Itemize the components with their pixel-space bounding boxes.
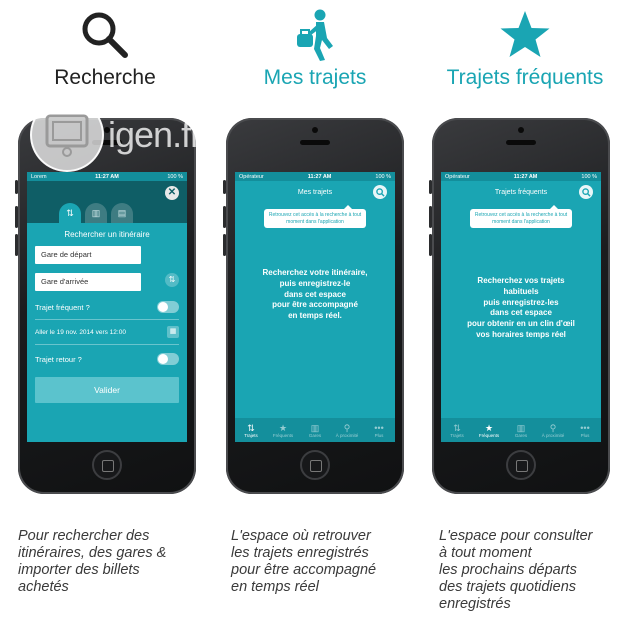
speaker [300, 140, 330, 145]
feature-column-search: Recherche Lorem 11:27 AM 100 % ✕ ⇅ ▥ ▤ R… [0, 0, 210, 624]
nav-bar: Mes trajets [235, 181, 395, 203]
frequent-row: Trajet fréquent ? [35, 301, 179, 313]
station-mode-icon[interactable]: ▥ [85, 203, 107, 223]
home-button [92, 450, 122, 480]
phone-screen: Opérateur 11:27 AM 100 % Mes trajets Ret… [235, 172, 395, 442]
departure-field[interactable]: Gare de départ [35, 246, 141, 264]
return-row: Trajet retour ? [35, 353, 179, 365]
search-form: Rechercher un itinéraire Gare de départ … [27, 223, 187, 442]
status-bar: Opérateur 11:27 AM 100 % [441, 172, 601, 181]
calendar-icon[interactable]: ▦ [167, 326, 179, 338]
trips-icon: ⇅ [453, 422, 461, 433]
close-button[interactable]: ✕ [165, 186, 179, 200]
submit-button[interactable]: Valider [35, 377, 179, 403]
empty-state-text: Recherchez votre itinéraire, puis enregi… [262, 268, 368, 321]
feature-caption: Pour rechercher des itinéraires, des gar… [18, 528, 167, 595]
search-icon [0, 8, 210, 62]
feature-caption: L'espace pour consulter à tout moment le… [439, 528, 593, 612]
screen-title: Trajets fréquents [494, 188, 548, 196]
home-button [506, 450, 536, 480]
phone-mockup: Opérateur 11:27 AM 100 % Mes trajets Ret… [223, 118, 404, 494]
tab-nearby[interactable]: ⚲ À proximité [537, 418, 569, 442]
location-pin-icon: ⚲ [549, 422, 557, 433]
ticket-mode-icon[interactable]: ▤ [111, 203, 133, 223]
more-icon: ••• [580, 422, 590, 433]
tab-bar: ⇅ Trajets ★ Fréquents ▥ Gares ⚲ À proximité … [441, 418, 601, 442]
form-title: Rechercher un itinéraire [64, 230, 150, 239]
tab-bar: ⇅ Trajets ★ Fréquents ▥ Gares ⚲ À proximité … [235, 418, 395, 442]
frequent-toggle[interactable] [157, 301, 179, 313]
home-button [300, 450, 330, 480]
speaker [92, 140, 122, 145]
speaker [506, 140, 536, 145]
feature-title: Mes trajets [263, 66, 367, 89]
feature-title: Recherche [54, 66, 156, 89]
tab-nearby[interactable]: ⚲ À proximité [331, 418, 363, 442]
search-icon[interactable] [579, 185, 593, 199]
search-icon[interactable] [373, 185, 387, 199]
tab-more[interactable]: ••• Plus [569, 418, 601, 442]
transport-mode-tabs: ⇅ ▥ ▤ [59, 203, 133, 223]
feature-caption: L'espace où retrouver les trajets enregi… [231, 528, 377, 595]
more-icon: ••• [374, 422, 384, 433]
tab-trips[interactable]: ⇅ Trajets [441, 418, 473, 442]
tooltip-bubble: Retrouvez cet accès à la recherche à tou… [264, 205, 366, 228]
star-icon [420, 8, 630, 62]
screen-title: Mes trajets [297, 188, 333, 196]
tab-stations[interactable]: ▥ Gares [505, 418, 537, 442]
tab-stations[interactable]: ▥ Gares [299, 418, 331, 442]
star-icon: ★ [484, 422, 494, 433]
date-row[interactable]: Aller le 19 nov. 2014 vers 12:00 ▦ [35, 326, 179, 338]
tab-trips[interactable]: ⇅ Trajets [235, 418, 267, 442]
tab-more[interactable]: ••• Plus [363, 418, 395, 442]
star-icon: ★ [278, 422, 288, 433]
return-toggle[interactable] [157, 353, 179, 365]
empty-state-text: Recherchez vos trajets habituels puis en… [467, 276, 575, 339]
traveler-icon [210, 8, 420, 62]
status-bar: Opérateur 11:27 AM 100 % [235, 172, 395, 181]
tab-frequent[interactable]: ★ Fréquents [267, 418, 299, 442]
phone-screen: Opérateur 11:27 AM 100 % Trajets fréquen… [441, 172, 601, 442]
station-icon: ▥ [516, 422, 526, 433]
swap-icon[interactable]: ⇅ [165, 273, 179, 287]
feature-column-frequent-trips: Trajets fréquents Opérateur 11:27 AM 100… [420, 0, 630, 624]
phone-mockup: Lorem 11:27 AM 100 % ✕ ⇅ ▥ ▤ Rechercher … [15, 118, 196, 494]
arrival-field[interactable]: Gare d'arrivée [35, 273, 141, 291]
status-bar: Lorem 11:27 AM 100 % [27, 172, 187, 181]
nav-bar: Trajets fréquents [441, 181, 601, 203]
station-icon: ▥ [310, 422, 320, 433]
itinerary-mode-icon[interactable]: ⇅ [59, 203, 81, 223]
phone-screen: Lorem 11:27 AM 100 % ✕ ⇅ ▥ ▤ Rechercher … [27, 172, 187, 442]
tooltip-bubble: Retrouvez cet accès à la recherche à tou… [470, 205, 572, 228]
feature-column-my-trips: Mes trajets Opérateur 11:27 AM 100 % Mes… [210, 0, 420, 624]
feature-title: Trajets fréquents [446, 66, 604, 89]
location-pin-icon: ⚲ [343, 422, 351, 433]
trips-icon: ⇅ [247, 422, 255, 433]
tab-frequent[interactable]: ★ Fréquents [473, 418, 505, 442]
phone-mockup: Opérateur 11:27 AM 100 % Trajets fréquen… [429, 118, 610, 494]
